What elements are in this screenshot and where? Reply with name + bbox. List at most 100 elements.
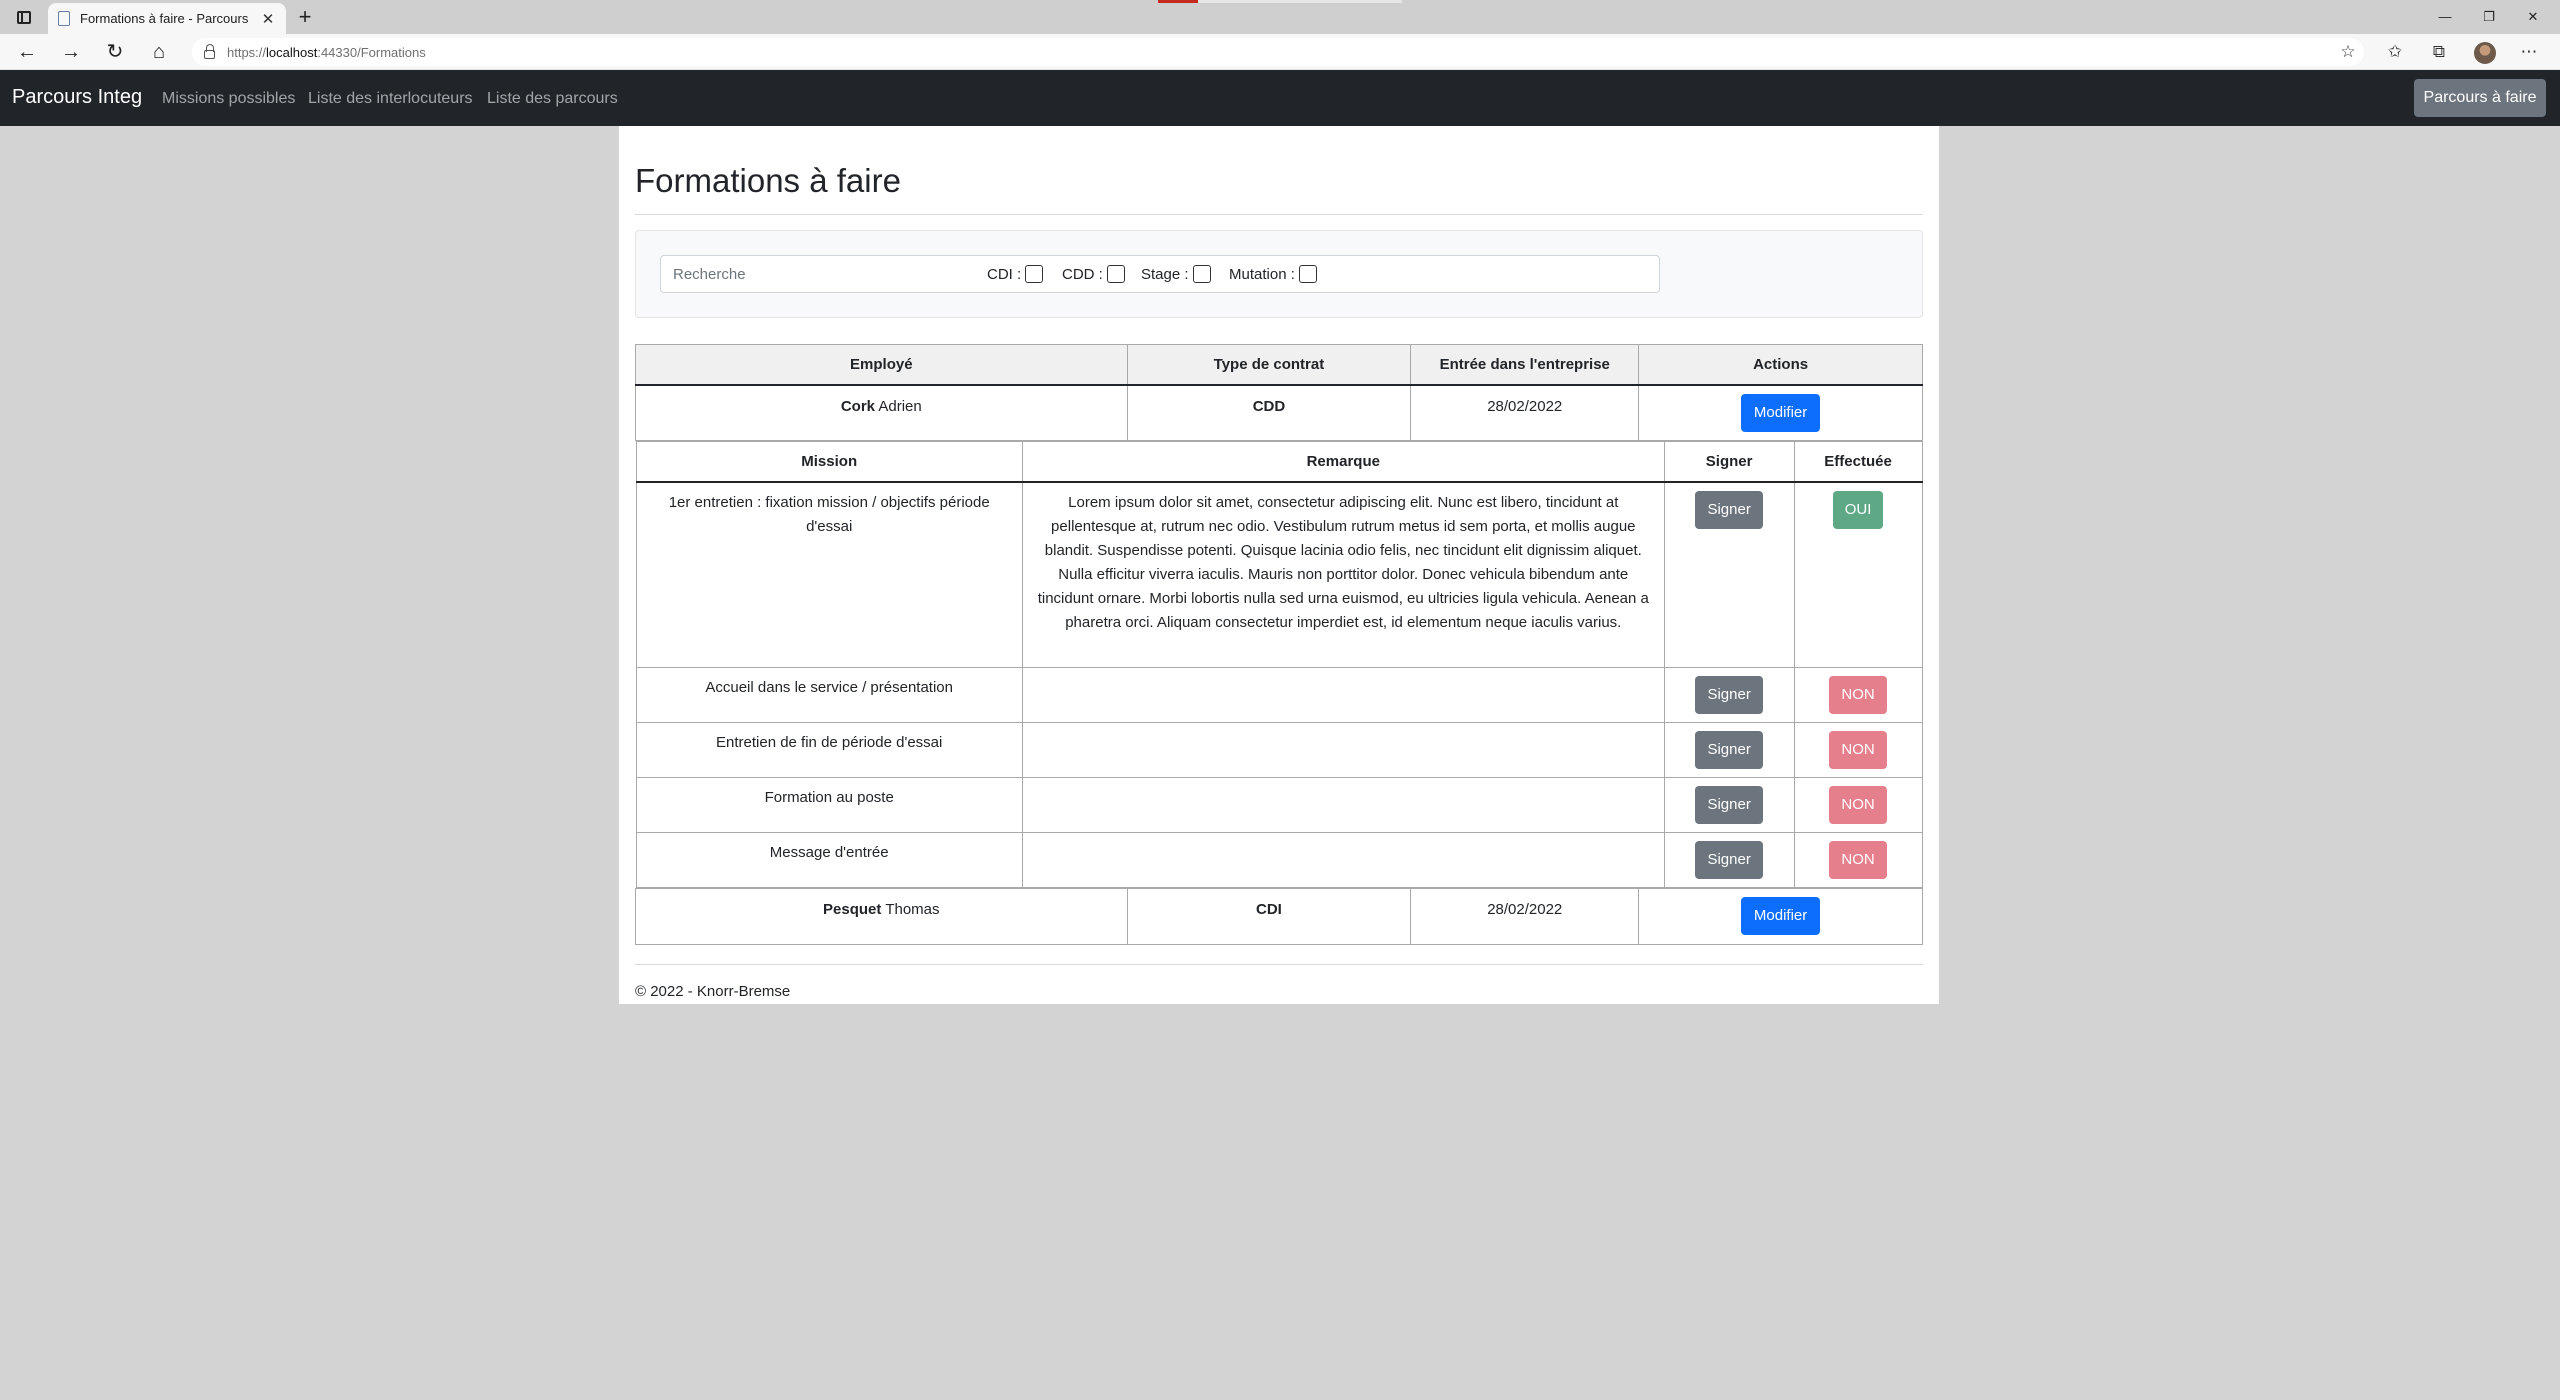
sign-cell: Signer — [1663, 722, 1795, 778]
tab-actions-menu-icon[interactable] — [10, 6, 38, 28]
navbar-brand[interactable]: Parcours Integ — [12, 86, 142, 109]
main-content: Formations à faire CDI : CDD : Stage : M… — [619, 126, 1939, 1004]
mission-name: 1er entretien : fixation mission / objec… — [635, 481, 1023, 668]
filter-stage: Stage : — [1141, 265, 1211, 283]
contract-type-cell: CDD — [1126, 384, 1412, 441]
filter-cdi: CDI : — [987, 265, 1044, 283]
done-status-badge[interactable]: NON — [1829, 676, 1887, 714]
nav-link-interlocuteurs[interactable]: Liste des interlocuteurs — [308, 90, 473, 108]
signer-button[interactable]: Signer — [1695, 731, 1763, 769]
window-restore-button[interactable]: ❐ — [2469, 6, 2509, 28]
contract-type-cell: CDI — [1126, 888, 1412, 945]
actions-cell: Modifier — [1638, 888, 1923, 945]
tab-close-icon[interactable]: ✕ — [260, 10, 276, 28]
actions-cell: Modifier — [1638, 384, 1923, 441]
col-header-entree: Entrée dans l'entreprise — [1410, 344, 1640, 386]
title-divider — [635, 214, 1923, 215]
browser-tab-active[interactable]: Formations à faire - Parcours d'I ✕ — [48, 3, 286, 34]
done-status-badge[interactable]: NON — [1829, 786, 1887, 824]
collections-icon[interactable]: ⧉ — [2428, 42, 2450, 62]
entry-date-cell: 28/02/2022 — [1410, 384, 1640, 441]
nav-link-missions[interactable]: Missions possibles — [162, 90, 295, 108]
filter-cdi-label: CDI : — [987, 265, 1022, 283]
tab-strip-indicator — [1158, 0, 1198, 3]
employees-table: Employé Type de contrat Entrée dans l'en… — [635, 344, 1923, 945]
mission-remark — [1021, 777, 1665, 833]
home-icon[interactable]: ⌂ — [144, 39, 174, 65]
done-status-badge[interactable]: NON — [1829, 731, 1887, 769]
mission-row: Accueil dans le service / présentation S… — [635, 667, 1923, 723]
sign-cell: Signer — [1663, 832, 1795, 888]
mission-remark — [1021, 832, 1665, 888]
employee-last-name: Cork — [840, 397, 876, 415]
done-cell: NON — [1793, 777, 1923, 833]
mission-remark: Lorem ipsum dolor sit amet, consectetur … — [1021, 481, 1665, 668]
modifier-button[interactable]: Modifier — [1740, 393, 1821, 432]
forward-arrow-icon[interactable]: → — [56, 39, 86, 65]
tab-strip-indicator-track — [1198, 0, 1402, 3]
entry-date-cell: 28/02/2022 — [1410, 888, 1640, 945]
filter-mutation-checkbox[interactable] — [1298, 265, 1317, 283]
window-close-button[interactable]: ✕ — [2513, 6, 2553, 28]
modifier-button[interactable]: Modifier — [1740, 897, 1821, 935]
address-bar[interactable]: https://localhost:44330/Formations — [192, 38, 2364, 66]
new-tab-button[interactable]: + — [292, 4, 318, 30]
filter-mutation-label: Mutation : — [1229, 265, 1295, 283]
filter-cdd: CDD : — [1062, 265, 1125, 283]
filter-cdd-label: CDD : — [1062, 265, 1103, 283]
more-options-icon[interactable]: ⋯ — [2518, 42, 2540, 62]
missions-table: Mission Remarque Signer Effectuée 1er en… — [635, 441, 1923, 888]
favorites-icon[interactable]: ✩ — [2384, 42, 2406, 62]
lock-icon — [204, 43, 215, 59]
contract-type: CDD — [1252, 397, 1286, 415]
nav-link-parcours[interactable]: Liste des parcours — [487, 90, 618, 108]
app-navbar: Parcours Integ Missions possibles Liste … — [0, 70, 2560, 126]
sign-cell: Signer — [1663, 667, 1795, 723]
mission-row: Message d'entrée Signer NON — [635, 832, 1923, 888]
filter-cdd-checkbox[interactable] — [1106, 265, 1125, 283]
done-status-badge[interactable]: OUI — [1832, 490, 1884, 529]
mission-row: Formation au poste Signer NON — [635, 777, 1923, 833]
missions-subtable-row: Mission Remarque Signer Effectuée 1er en… — [635, 441, 1923, 889]
back-arrow-icon[interactable]: ← — [12, 39, 42, 65]
window-minimize-button[interactable]: — — [2425, 6, 2465, 28]
mission-row: Entretien de fin de période d'essai Sign… — [635, 722, 1923, 778]
employee-first-name: Adrien — [878, 397, 922, 415]
signer-button[interactable]: Signer — [1695, 786, 1763, 824]
employee-last-name: Pesquet — [823, 901, 882, 918]
done-cell: NON — [1793, 667, 1923, 723]
col-header-actions: Actions — [1638, 344, 1923, 386]
search-input[interactable] — [661, 256, 981, 292]
col-header-employe: Employé — [635, 344, 1128, 386]
filter-stage-checkbox[interactable] — [1192, 265, 1211, 283]
employee-row: Pesquet Thomas CDI 28/02/2022 Modifier — [635, 888, 1923, 945]
filter-cdi-checkbox[interactable] — [1025, 265, 1044, 283]
parcours-a-faire-button[interactable]: Parcours à faire — [2414, 79, 2546, 117]
search-field-container: CDI : CDD : Stage : Mutation : — [660, 255, 1660, 293]
signer-button[interactable]: Signer — [1695, 841, 1763, 879]
signer-button[interactable]: Signer — [1695, 676, 1763, 714]
mission-remark — [1021, 667, 1665, 723]
done-status-badge[interactable]: NON — [1829, 841, 1887, 879]
reload-icon[interactable]: ↻ — [100, 39, 130, 65]
missions-header-row: Mission Remarque Signer Effectuée — [635, 441, 1923, 483]
sign-cell: Signer — [1663, 481, 1795, 668]
employee-name-cell: Pesquet Thomas — [635, 888, 1128, 945]
signer-button[interactable]: Signer — [1695, 490, 1763, 529]
mission-name: Formation au poste — [635, 777, 1023, 833]
browser-tab-strip: Formations à faire - Parcours d'I ✕ + — … — [0, 0, 2560, 34]
browser-toolbar: ← → ↻ ⌂ https://localhost:44330/Formatio… — [0, 34, 2560, 70]
mission-name: Entretien de fin de période d'essai — [635, 722, 1023, 778]
col-header-mission: Mission — [635, 441, 1023, 483]
profile-avatar[interactable] — [2474, 42, 2496, 64]
employee-first-name: Thomas — [885, 901, 940, 918]
mission-remark — [1021, 722, 1665, 778]
tab-title: Formations à faire - Parcours d'I — [80, 11, 252, 26]
footer-divider — [635, 964, 1923, 965]
missions-subtable-cell: Mission Remarque Signer Effectuée 1er en… — [635, 441, 1923, 889]
employee-name-cell: Cork Adrien — [635, 384, 1128, 441]
add-favorite-icon[interactable]: ☆ — [2337, 42, 2359, 62]
employees-header-row: Employé Type de contrat Entrée dans l'en… — [635, 344, 1923, 386]
page-favicon-icon — [58, 11, 70, 26]
done-cell: OUI — [1793, 481, 1923, 668]
